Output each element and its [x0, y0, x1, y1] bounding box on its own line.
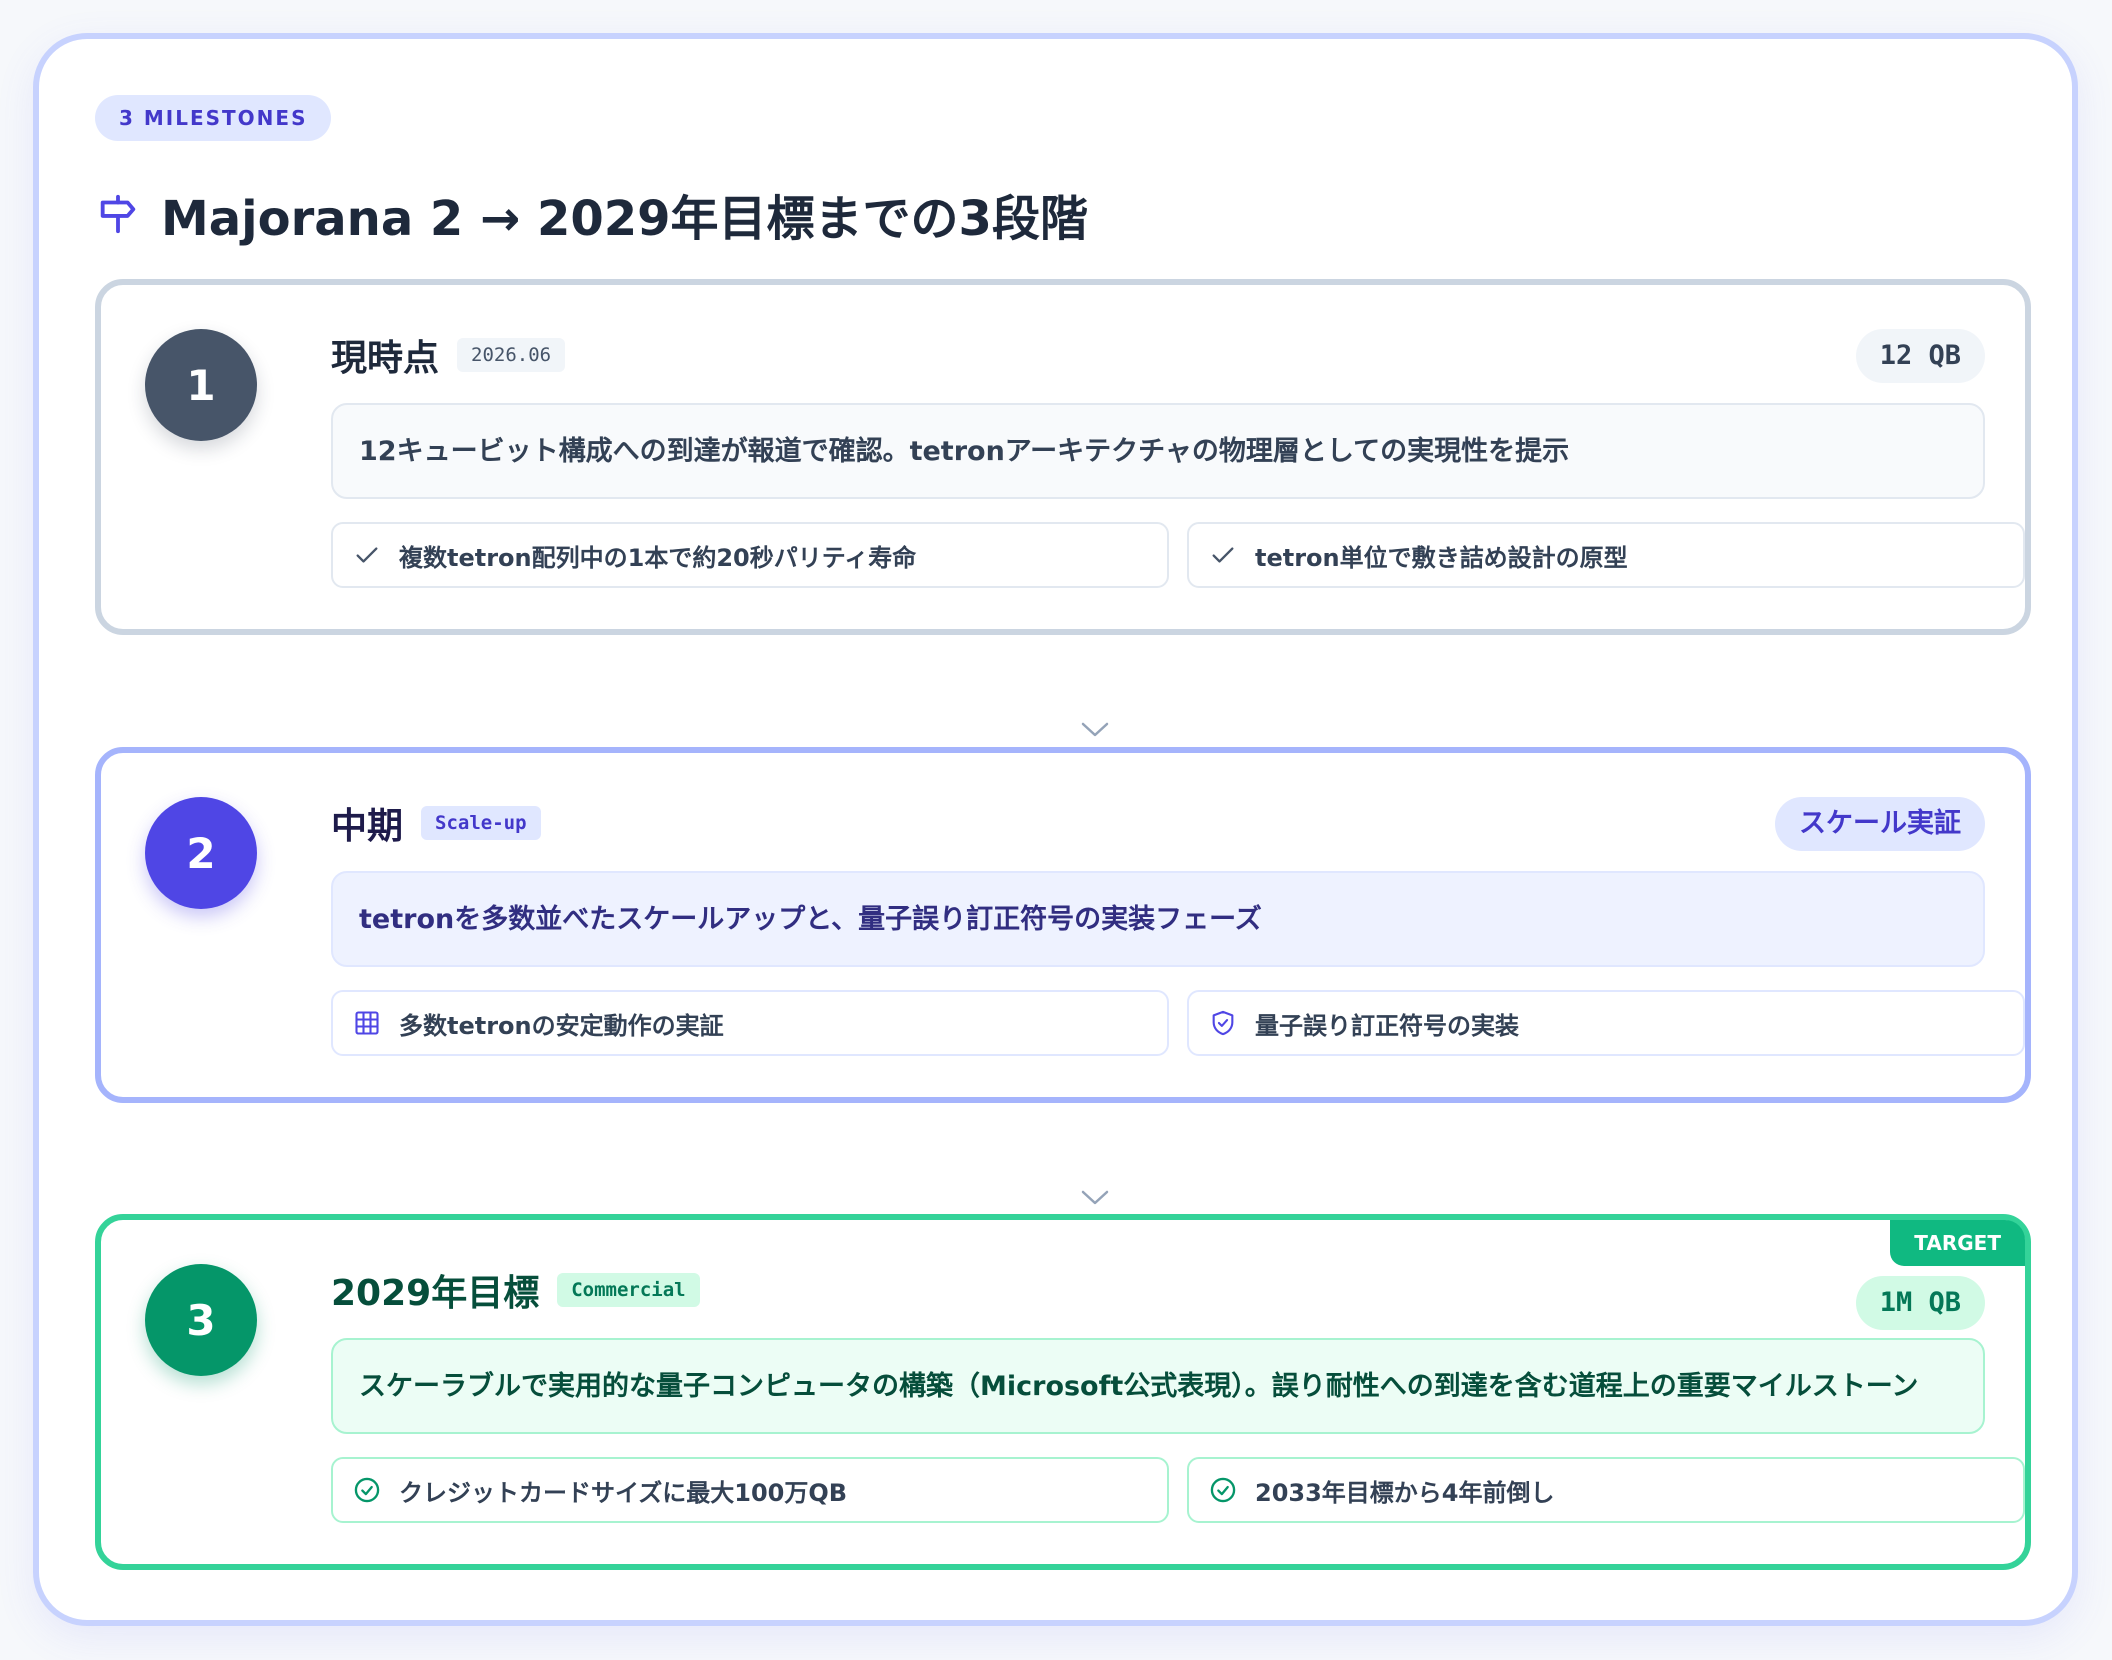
feature-item: 複数tetron配列中の1本で約20秒パリティ寿命 — [331, 522, 1169, 588]
milestone-card-1: 1 現時点 2026.06 12 QB 12キュービット構成への到達が報道で確認… — [95, 279, 2031, 635]
milestone-number: 1 — [145, 329, 257, 441]
chevron-down-icon — [1081, 722, 1109, 737]
milestone-heading: 2029年目標 Commercial — [331, 1264, 700, 1316]
check-circle-icon — [1210, 1477, 1236, 1503]
milestone-stage: 2029年目標 — [331, 1273, 540, 1314]
milestone-tag: Scale-up — [421, 806, 541, 840]
milestone-badge: 1M QB — [1855, 1276, 1985, 1330]
milestone-badge: スケール実証 — [1775, 797, 1985, 851]
check-icon — [356, 547, 378, 563]
feature-item: 量子誤り訂正符号の実装 — [1187, 990, 2025, 1056]
milestone-badge: 12 QB — [1855, 329, 1985, 383]
feature-text: 多数tetronの安定動作の実証 — [399, 1011, 724, 1040]
target-corner-label: TARGET — [1890, 1220, 2025, 1266]
milestone-description: 12キュービット構成への到達が報道で確認。tetronアーキテクチャの物理層とし… — [331, 403, 1985, 499]
milestone-heading: 現時点 2026.06 — [331, 329, 566, 381]
milestones-count-pill: 3 MILESTONES — [95, 95, 332, 141]
milestone-description: tetronを多数並べたスケールアップと、量子誤り訂正符号の実装フェーズ — [331, 871, 1985, 967]
shield-check-icon — [1212, 1010, 1234, 1036]
milestone-stage: 現時点 — [331, 338, 440, 379]
milestone-number: 3 — [145, 1264, 257, 1376]
feature-text: tetron単位で敷き詰め設計の原型 — [1255, 543, 1628, 572]
feature-text: 2033年目標から4年前倒し — [1255, 1478, 1555, 1507]
feature-text: 量子誤り訂正符号の実装 — [1255, 1011, 1519, 1040]
page-title: Majorana 2 → 2029年目標までの3段階 — [161, 191, 1088, 247]
milestone-stage: 中期 — [331, 806, 404, 847]
milestone-heading: 中期 Scale-up — [331, 797, 541, 849]
feature-item: クレジットカードサイズに最大100万QB — [331, 1457, 1169, 1523]
feature-text: 複数tetron配列中の1本で約20秒パリティ寿命 — [399, 543, 917, 572]
feature-item: 2033年目標から4年前倒し — [1187, 1457, 2025, 1523]
milestone-tag: 2026.06 — [457, 338, 566, 372]
check-circle-icon — [354, 1477, 380, 1503]
signpost-icon — [100, 194, 136, 234]
feature-item: 多数tetronの安定動作の実証 — [331, 990, 1169, 1056]
grid-icon — [355, 1011, 379, 1035]
milestone-tag: Commercial — [557, 1273, 700, 1307]
panel-header: Majorana 2 → 2029年目標までの3段階 — [95, 179, 1088, 249]
feature-item: tetron単位で敷き詰め設計の原型 — [1187, 522, 2025, 588]
milestone-description: スケーラブルで実用的な量子コンピュータの構築（Microsoft公式表現）。誤り… — [331, 1338, 1985, 1434]
milestone-number: 2 — [145, 797, 257, 909]
milestone-card-3: TARGET 3 2029年目標 Commercial 1M QB スケーラブル… — [95, 1214, 2031, 1570]
milestone-card-2: 2 中期 Scale-up スケール実証 tetronを多数並べたスケールアップ… — [95, 747, 2031, 1103]
feature-text: クレジットカードサイズに最大100万QB — [399, 1478, 848, 1507]
milestones-panel: 3 MILESTONES Majorana 2 → 2029年目標までの3段階 … — [33, 33, 2078, 1626]
check-icon — [1212, 547, 1234, 563]
chevron-down-icon — [1081, 1190, 1109, 1205]
